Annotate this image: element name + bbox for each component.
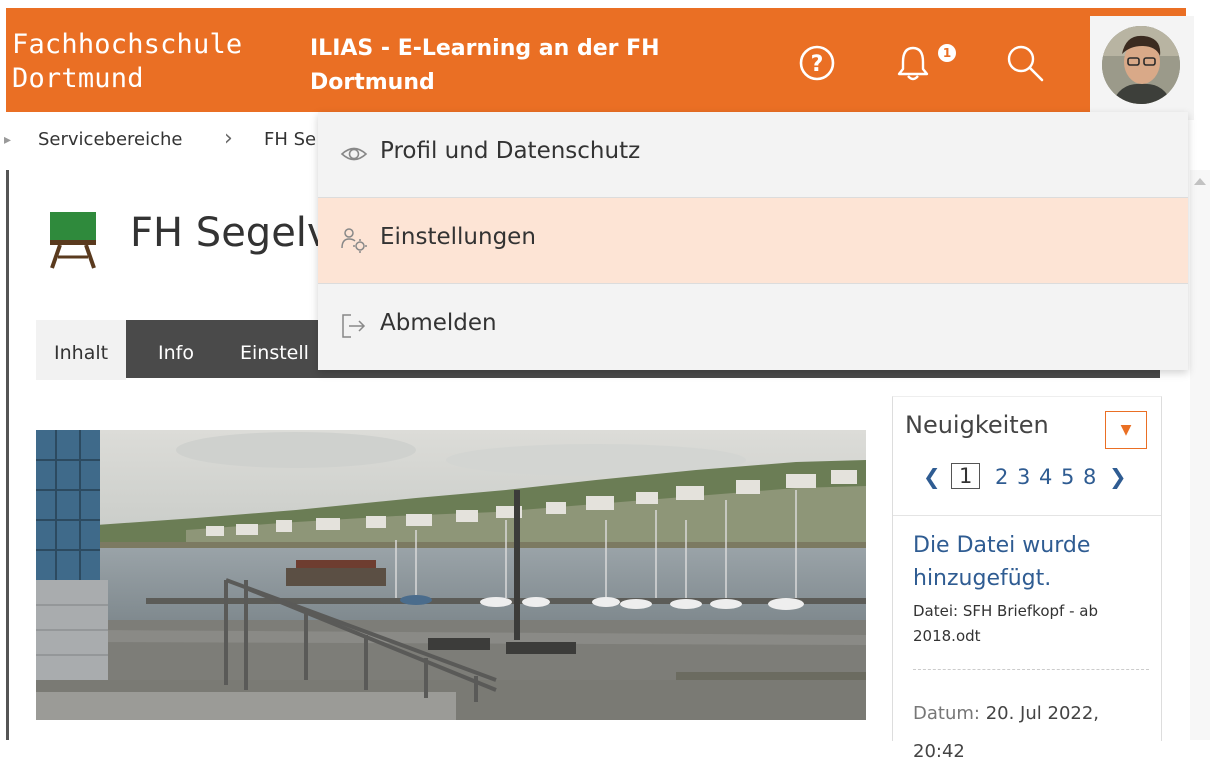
breadcrumb-arrow-icon[interactable]: ▸	[4, 132, 11, 148]
bell-icon[interactable]	[892, 42, 934, 84]
tab-inhalt[interactable]: Inhalt	[36, 320, 127, 380]
app-title[interactable]: ILIAS - E-Learning an der FH Dortmund	[310, 32, 660, 100]
user-settings-icon	[340, 226, 368, 254]
fh-logo[interactable]: Fachhochschule Dortmund	[12, 28, 242, 96]
tab-info[interactable]: Info	[140, 320, 212, 380]
news-item-title[interactable]: Die Datei wurde hinzugefügt.	[913, 529, 1143, 595]
news-date: Datum: 20. Jul 2022, 20:42	[913, 695, 1153, 771]
news-title: Neuigkeiten	[905, 411, 1049, 439]
page-link-2[interactable]: 2	[995, 465, 1008, 489]
tab-einstellungen[interactable]: Einstell	[222, 320, 327, 380]
menu-item-settings[interactable]: Einstellungen	[318, 198, 1188, 283]
news-date-value: 20. Jul 2022,	[985, 703, 1100, 724]
logout-icon	[340, 312, 368, 340]
search-icon[interactable]	[1004, 42, 1046, 84]
user-menu-dropdown: Profil und Datenschutz Einstellungen Abm…	[318, 112, 1188, 370]
news-divider	[893, 515, 1161, 516]
page-link-3[interactable]: 3	[1017, 465, 1030, 489]
eye-icon	[340, 140, 368, 168]
logo-line-1: Fachhochschule	[12, 29, 243, 60]
breadcrumb-item-fh-segel[interactable]: FH Se	[264, 129, 316, 150]
page-link-1[interactable]: 1	[951, 463, 981, 489]
chevron-left-icon[interactable]: ❮	[923, 465, 941, 489]
harbor-photo	[36, 430, 866, 720]
app-title-line-2: Dortmund	[310, 70, 435, 95]
logo-line-2: Dortmund	[12, 63, 144, 94]
news-date-label: Datum:	[913, 703, 980, 724]
notification-badge: 1	[938, 44, 956, 62]
avatar	[1102, 26, 1180, 104]
news-separator	[913, 669, 1149, 670]
app-title-line-1: ILIAS - E-Learning an der FH	[310, 36, 660, 61]
menu-item-settings-label: Einstellungen	[380, 224, 536, 250]
breadcrumb: ▸ Servicebereiche › FH Se	[0, 112, 330, 170]
menu-item-logout[interactable]: Abmelden	[318, 284, 1188, 369]
page-link-4[interactable]: 4	[1039, 465, 1052, 489]
user-menu-button[interactable]	[1090, 16, 1194, 120]
svg-text:?: ?	[811, 52, 824, 77]
caret-down-icon[interactable]: ▼	[1105, 411, 1147, 449]
news-item-file: Datei: SFH Briefkopf - ab 2018.odt	[913, 602, 1098, 645]
chevron-right-icon: ›	[224, 126, 233, 151]
menu-item-logout-label: Abmelden	[380, 310, 497, 336]
page-link-5[interactable]: 5	[1061, 465, 1074, 489]
chevron-right-icon[interactable]: ❯	[1109, 465, 1127, 489]
scrollbar[interactable]	[1190, 170, 1210, 740]
breadcrumb-item-servicebereiche[interactable]: Servicebereiche	[38, 129, 182, 150]
scroll-up-icon[interactable]	[1194, 178, 1206, 185]
menu-item-profile[interactable]: Profil und Datenschutz	[318, 112, 1188, 197]
course-icon	[48, 210, 100, 270]
page-link-8[interactable]: 8	[1083, 465, 1096, 489]
top-header: Fachhochschule Dortmund ILIAS - E-Learni…	[6, 8, 1194, 120]
news-date-time: 20:42	[913, 741, 965, 762]
left-border	[6, 170, 9, 740]
news-panel: Neuigkeiten ▼ ❮ 1 2 3 4 5 8 ❯ Die Datei …	[892, 396, 1162, 762]
menu-item-profile-label: Profil und Datenschutz	[380, 138, 641, 164]
help-icon[interactable]: ?	[796, 42, 838, 84]
page-title: FH Segelv	[130, 210, 331, 256]
